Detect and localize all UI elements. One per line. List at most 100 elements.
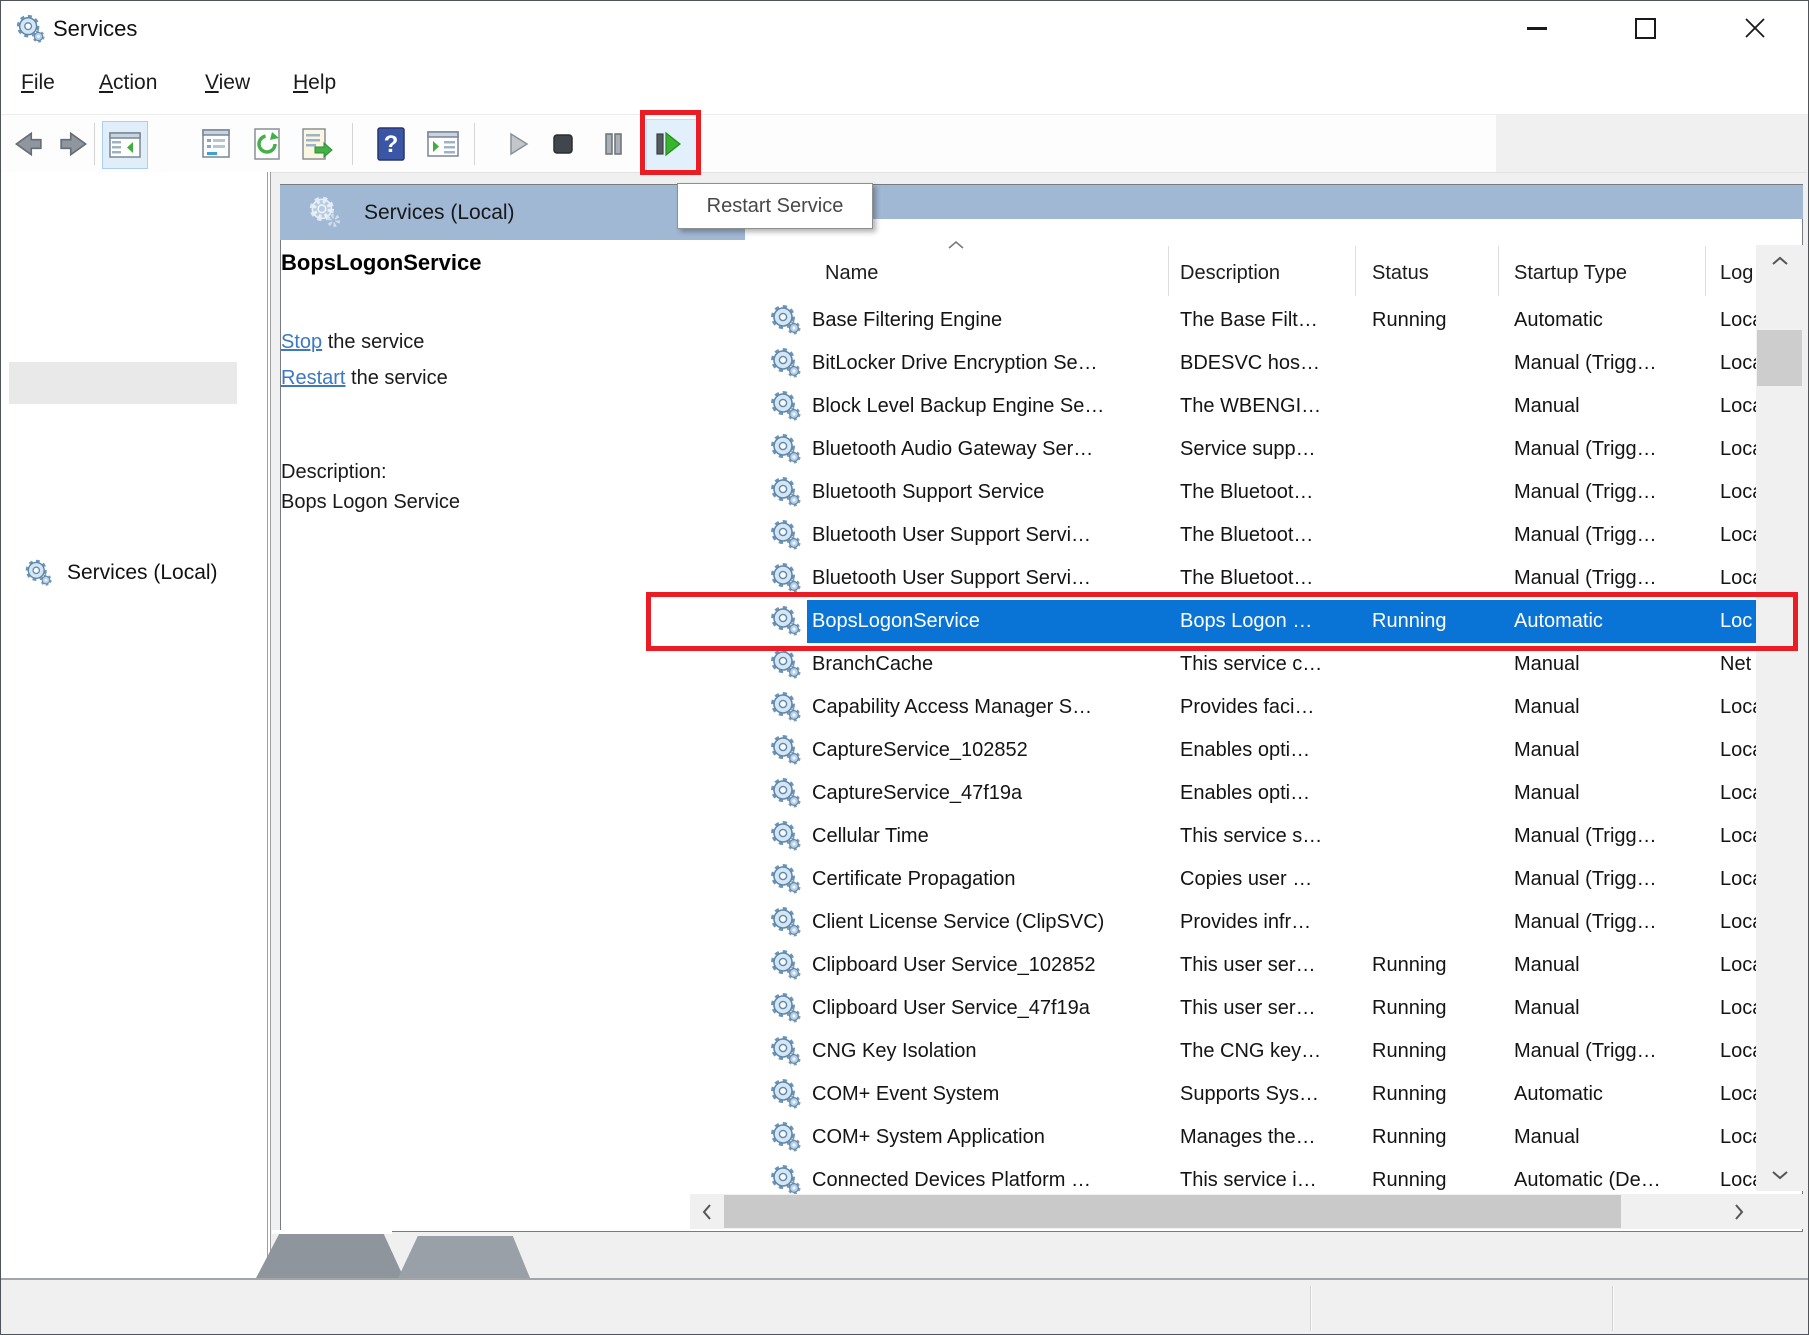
menu-help[interactable]: Help [293,71,336,95]
table-row[interactable]: CaptureService_102852 Enables opti… Manu… [746,729,1803,772]
start-service-button[interactable] [495,121,539,167]
table-row[interactable]: Block Level Backup Engine Se… The WBENGI… [746,385,1803,428]
pause-service-button[interactable] [591,121,635,167]
column-header-description[interactable]: Description [1180,258,1280,288]
cell-name: Clipboard User Service_47f19a [812,987,1160,1030]
service-gear-icon [768,690,802,724]
table-row[interactable]: Base Filtering Engine The Base Filt… Run… [746,299,1803,342]
cell-status: Running [1372,299,1492,342]
toolbar-separator [94,123,95,165]
column-divider[interactable] [1498,246,1499,296]
cell-log-on-as: Loca [1720,901,1756,944]
cell-name: BitLocker Drive Encryption Se… [812,342,1160,385]
cell-startup-type: Manual (Trigg… [1514,815,1698,858]
stop-suffix: the service [322,331,424,353]
table-row[interactable]: BopsLogonService Bops Logon … Running Au… [746,600,1803,643]
restart-service-button[interactable] [645,121,689,167]
table-row[interactable]: Capability Access Manager S… Provides fa… [746,686,1803,729]
table-row[interactable]: Bluetooth User Support Servi… The Blueto… [746,557,1803,600]
service-gear-icon [768,733,802,767]
help-button[interactable]: ? [369,121,413,167]
forward-button[interactable] [53,121,97,167]
properties-icon [201,129,231,159]
table-row[interactable]: COM+ System Application Manages the… Run… [746,1116,1803,1159]
service-gear-icon [768,1077,802,1111]
export-list-button[interactable] [295,121,339,167]
table-row[interactable]: Certificate Propagation Copies user … Ma… [746,858,1803,901]
cell-description: Provides faci… [1180,686,1348,729]
table-row[interactable]: CNG Key Isolation The CNG key… Running M… [746,1030,1803,1073]
cell-description: The Bluetoot… [1180,557,1348,600]
scroll-up-button[interactable] [1756,245,1803,277]
close-button[interactable] [1723,0,1787,56]
cell-log-on-as: Loca [1720,557,1756,600]
column-header-log-on-as[interactable]: Log [1720,258,1758,288]
table-row[interactable]: COM+ Event System Supports Sys… Running … [746,1073,1803,1116]
column-header-name[interactable]: Name [825,258,878,288]
minimize-button[interactable] [1505,0,1569,56]
scroll-right-button[interactable] [1722,1194,1756,1229]
service-gear-icon [768,991,802,1025]
cell-status [1372,342,1492,385]
column-divider[interactable] [1355,246,1356,296]
cell-name: Bluetooth User Support Servi… [812,514,1160,557]
show-action-pane-icon [427,130,459,158]
scroll-down-button[interactable] [1756,1159,1803,1191]
show-console-tree-icon [109,131,141,159]
table-row[interactable]: Bluetooth Audio Gateway Ser… Service sup… [746,428,1803,471]
cell-startup-type: Manual [1514,987,1698,1030]
table-row[interactable]: Client License Service (ClipSVC) Provide… [746,901,1803,944]
menu-action[interactable]: Action [99,71,157,95]
refresh-button[interactable] [245,121,289,167]
table-row[interactable]: Clipboard User Service_102852 This user … [746,944,1803,987]
stop-service-link[interactable]: Stop [281,331,322,353]
tree-item-label: Services (Local) [67,558,218,588]
cell-log-on-as: Loca [1720,514,1756,557]
service-gear-icon [768,819,802,853]
panel-splitter[interactable] [267,172,271,1278]
restart-suffix: the service [345,367,447,389]
vertical-scrollbar-thumb[interactable] [1757,330,1802,386]
export-list-icon [301,128,333,160]
table-row[interactable]: CaptureService_47f19a Enables opti… Manu… [746,772,1803,815]
cell-startup-type: Manual (Trigg… [1514,428,1698,471]
cell-status [1372,686,1492,729]
cell-startup-type: Manual [1514,729,1698,772]
service-gear-icon [768,432,802,466]
column-divider[interactable] [1168,246,1169,296]
show-action-pane-button[interactable] [421,121,465,167]
table-row[interactable]: Bluetooth Support Service The Bluetoot… … [746,471,1803,514]
vertical-scrollbar[interactable] [1756,245,1803,1191]
column-header-status[interactable]: Status [1372,258,1429,288]
table-row[interactable]: BranchCache This service c… Manual Net [746,643,1803,686]
cell-startup-type: Automatic [1514,600,1698,643]
horizontal-scrollbar[interactable] [690,1194,1756,1229]
cell-log-on-as: Loca [1720,772,1756,815]
properties-button[interactable] [194,121,238,167]
menu-file[interactable]: File [21,71,55,95]
maximize-button[interactable] [1613,0,1677,56]
svg-text:?: ? [384,131,399,158]
cell-status: Running [1372,600,1492,643]
back-button[interactable] [5,121,49,167]
horizontal-scrollbar-thumb[interactable] [724,1195,1621,1228]
menu-view[interactable]: View [205,71,250,95]
show-console-tree-button[interactable] [102,121,148,169]
table-row[interactable]: Clipboard User Service_47f19a This user … [746,987,1803,1030]
restart-service-link[interactable]: Restart [281,367,345,389]
restart-service-line: Restart the service [281,367,448,390]
table-row[interactable]: Cellular Time This service s… Manual (Tr… [746,815,1803,858]
table-row[interactable]: BitLocker Drive Encryption Se… BDESVC ho… [746,342,1803,385]
column-divider[interactable] [1705,246,1706,296]
cell-description: This service c… [1180,643,1348,686]
column-header-startup-type[interactable]: Startup Type [1514,258,1627,288]
cell-name: Cellular Time [812,815,1160,858]
restart-service-tooltip: Restart Service [677,183,873,229]
cell-name: BranchCache [812,643,1160,686]
scroll-left-button[interactable] [690,1194,723,1229]
stop-service-button[interactable] [541,121,585,167]
sidebar-item-services-local[interactable]: Services (Local) [9,362,237,404]
table-row[interactable]: Bluetooth User Support Servi… The Blueto… [746,514,1803,557]
cell-status [1372,901,1492,944]
cell-name: CaptureService_102852 [812,729,1160,772]
